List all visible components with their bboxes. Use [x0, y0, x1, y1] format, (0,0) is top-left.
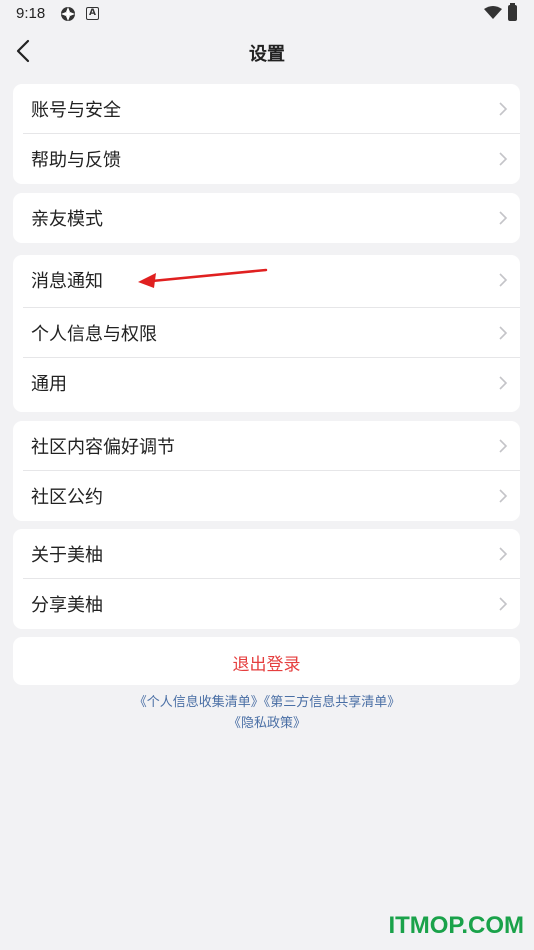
item-label: 社区公约 [31, 487, 103, 508]
policy-links: 《个人信息收集清单》《第三方信息共享清单》 《隐私政策》 [0, 692, 534, 734]
privacy-policy-link[interactable]: 《隐私政策》 [228, 716, 306, 731]
app-icon [61, 7, 75, 21]
item-label: 社区内容偏好调节 [31, 437, 175, 458]
annotation-arrow-icon [138, 268, 268, 288]
status-time: 9:18 [16, 5, 46, 22]
wifi-icon [484, 6, 502, 19]
chevron-right-icon [499, 547, 508, 561]
a-icon: A [86, 7, 99, 20]
third-party-sharing-link[interactable]: 《第三方信息共享清单》 [264, 695, 401, 710]
settings-item-content-preference[interactable]: 社区内容偏好调节 [13, 421, 520, 471]
item-label: 通用 [31, 374, 67, 395]
item-label: 亲友模式 [31, 209, 103, 230]
settings-group-family: 亲友模式 [13, 193, 520, 243]
item-label: 关于美柚 [31, 545, 103, 566]
settings-item-family-mode[interactable]: 亲友模式 [13, 193, 520, 243]
chevron-right-icon [499, 273, 508, 287]
chevron-right-icon [499, 489, 508, 503]
settings-item-community-rules[interactable]: 社区公约 [13, 471, 520, 521]
settings-item-about[interactable]: 关于美柚 [13, 529, 520, 579]
chevron-right-icon [499, 376, 508, 390]
settings-group-account: 账号与安全 帮助与反馈 [13, 84, 520, 184]
chevron-right-icon [499, 597, 508, 611]
chevron-right-icon [499, 439, 508, 453]
chevron-right-icon [499, 102, 508, 116]
item-label: 帮助与反馈 [31, 150, 121, 171]
settings-item-help-feedback[interactable]: 帮助与反馈 [13, 134, 520, 184]
settings-group-community: 社区内容偏好调节 社区公约 [13, 421, 520, 521]
item-label: 消息通知 [31, 271, 103, 292]
chevron-right-icon [499, 211, 508, 225]
logout-label: 退出登录 [232, 655, 301, 675]
settings-item-privacy-permissions[interactable]: 个人信息与权限 [13, 308, 520, 358]
info-collection-link[interactable]: 《个人信息收集清单》 [134, 695, 264, 710]
status-bar: 9:18 A [0, 0, 534, 28]
logout-button[interactable]: 退出登录 [13, 637, 520, 685]
item-label: 分享美柚 [31, 595, 103, 616]
settings-group-about: 关于美柚 分享美柚 [13, 529, 520, 629]
settings-item-general[interactable]: 通用 [13, 358, 520, 412]
item-label: 账号与安全 [31, 100, 121, 121]
page-title: 设置 [249, 44, 285, 65]
nav-bar: 设置 [0, 28, 534, 74]
battery-icon [508, 3, 517, 21]
chevron-right-icon [499, 152, 508, 166]
settings-item-share[interactable]: 分享美柚 [13, 579, 520, 629]
chevron-right-icon [499, 326, 508, 340]
item-label: 个人信息与权限 [31, 324, 157, 345]
watermark: ITMOP.COM [388, 912, 524, 939]
settings-item-account-security[interactable]: 账号与安全 [13, 84, 520, 134]
